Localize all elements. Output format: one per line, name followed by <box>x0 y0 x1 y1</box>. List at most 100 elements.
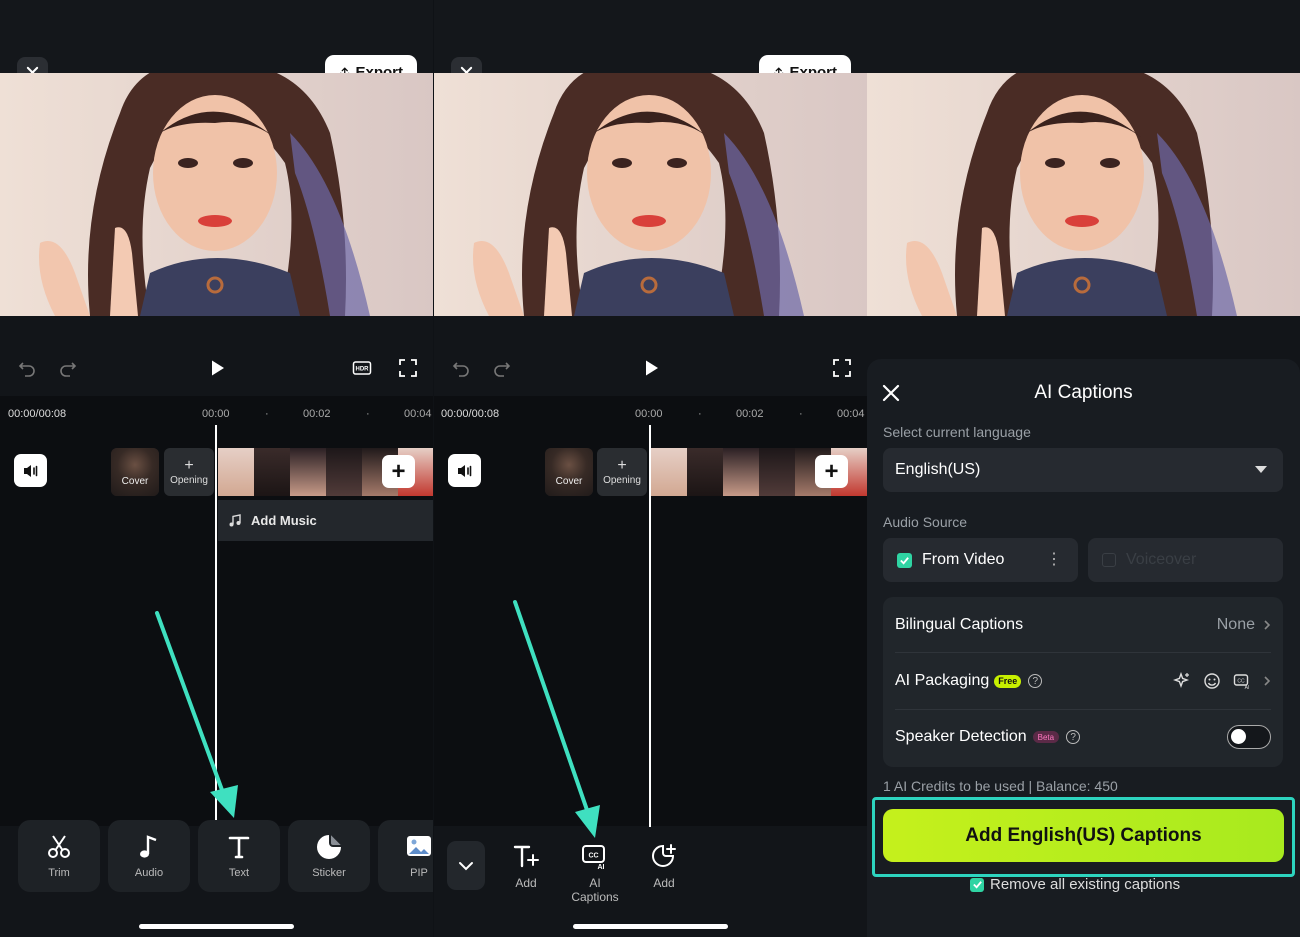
tool-text[interactable]: Text <box>198 820 280 892</box>
cover-label: Cover <box>555 476 583 487</box>
hdr-icon: HDR <box>352 361 372 375</box>
speaker-detection-row: Speaker Detection Beta ? <box>895 709 1271 765</box>
checkbox-checked-icon <box>897 552 912 568</box>
tool-add-sticker[interactable]: Add <box>629 843 699 890</box>
tool-sticker[interactable]: Sticker <box>288 820 370 892</box>
bilingual-captions-row[interactable]: Bilingual Captions None <box>895 597 1271 653</box>
hdr-button[interactable]: HDR <box>351 357 373 379</box>
language-value: English(US) <box>895 461 981 478</box>
fullscreen-button[interactable] <box>831 357 853 379</box>
clip-frame <box>723 448 759 496</box>
add-music-track[interactable]: Add Music <box>218 500 433 541</box>
video-preview[interactable] <box>434 73 867 316</box>
music-note-icon <box>229 513 241 526</box>
ai-packaging-row[interactable]: AI Packaging Free ? CC AI <box>895 653 1271 709</box>
chevron-down-icon <box>459 861 473 870</box>
tick-dot: · <box>265 408 269 420</box>
bilingual-label: Bilingual Captions <box>895 616 1024 633</box>
tool-label: PIP <box>410 867 428 879</box>
music-note-icon <box>140 835 157 858</box>
add-sticker-icon <box>652 844 676 867</box>
undo-button[interactable] <box>16 357 38 379</box>
tick-label: 00:00 <box>635 408 663 420</box>
help-icon[interactable]: ? <box>1066 730 1081 744</box>
sticker-icon <box>317 835 341 859</box>
language-label: Select current language <box>883 424 1031 440</box>
help-icon[interactable]: ? <box>1028 674 1043 688</box>
video-frame <box>0 73 433 316</box>
tool-label: AI Captions <box>571 876 619 904</box>
clip-frame <box>326 448 362 496</box>
add-clip-button[interactable]: + <box>815 455 848 488</box>
video-frame <box>867 73 1300 316</box>
playhead[interactable] <box>649 425 651 827</box>
add-clip-button[interactable]: + <box>382 455 415 488</box>
speaker-label: Speaker Detection <box>895 728 1027 745</box>
add-captions-button[interactable]: Add English(US) Captions <box>883 809 1284 862</box>
tool-audio[interactable]: Audio <box>108 820 190 892</box>
editor-panel-main: Export HDR 00:00/00:08 00:00 · 00:02 · 0… <box>0 0 433 937</box>
redo-button[interactable] <box>57 357 79 379</box>
playback-controls <box>0 316 433 396</box>
play-button[interactable] <box>206 357 228 379</box>
audio-source-option-label: Voiceover <box>1126 551 1197 568</box>
checkbox-checked-icon <box>970 877 984 892</box>
play-icon <box>646 360 658 376</box>
ai-packaging-label: AI Packaging <box>895 672 990 689</box>
editor-panel-text: Export 00:00/00:08 00:00 · 00:02 · 00:04… <box>434 0 867 937</box>
more-options-icon[interactable]: ⋮ <box>1046 552 1062 568</box>
playhead[interactable] <box>215 425 217 827</box>
svg-text:AI: AI <box>1245 685 1250 690</box>
opening-label: Opening <box>603 474 641 486</box>
remove-existing-captions-option[interactable]: Remove all existing captions <box>970 876 1180 893</box>
audio-source-label: Audio Source <box>883 514 968 530</box>
video-preview[interactable] <box>867 73 1300 316</box>
timecode: 00:00/00:08 <box>441 408 500 420</box>
undo-button[interactable] <box>450 357 472 379</box>
text-icon <box>228 836 250 859</box>
video-preview[interactable] <box>0 73 433 316</box>
audio-source-from-video[interactable]: From Video ⋮ <box>883 538 1078 582</box>
home-indicator <box>139 924 294 929</box>
speaker-icon <box>457 464 471 477</box>
play-icon <box>212 360 224 376</box>
svg-text:AI: AI <box>598 864 605 871</box>
sheet-title: AI Captions <box>1034 382 1133 403</box>
speaker-detection-toggle[interactable] <box>1227 725 1271 749</box>
play-button[interactable] <box>640 357 662 379</box>
home-indicator <box>573 924 728 929</box>
ai-caption-style-icon: CCAI <box>1233 674 1250 690</box>
tick-label: 00:04 <box>837 408 865 420</box>
svg-text:HDR: HDR <box>356 367 370 373</box>
audio-source-voiceover[interactable]: Voiceover <box>1088 538 1283 582</box>
tool-pip[interactable]: PIP <box>378 820 433 892</box>
language-select[interactable]: English(US) <box>883 448 1283 492</box>
sparkle-icon <box>1173 672 1190 689</box>
fullscreen-icon <box>399 359 417 377</box>
ai-captions-icon: CCAI <box>582 845 605 871</box>
beta-badge: Beta <box>1032 731 1060 743</box>
cover-button[interactable]: Cover <box>111 448 159 496</box>
emoji-icon <box>1204 673 1220 689</box>
cover-button[interactable]: Cover <box>545 448 593 496</box>
redo-button[interactable] <box>491 357 513 379</box>
undo-icon <box>18 362 35 377</box>
tool-label: Add <box>653 876 675 890</box>
mute-clip-audio-button[interactable] <box>14 454 47 487</box>
mute-clip-audio-button[interactable] <box>448 454 481 487</box>
tool-label: Add <box>515 876 537 890</box>
chevron-right-icon <box>1264 676 1271 686</box>
tool-label: Text <box>228 867 250 879</box>
free-badge: Free <box>994 674 1022 688</box>
cover-label: Cover <box>121 476 149 487</box>
tick-dot: · <box>366 408 370 420</box>
fullscreen-button[interactable] <box>397 357 419 379</box>
collapse-button[interactable] <box>447 841 485 890</box>
opening-button[interactable]: + Opening <box>164 448 214 496</box>
speaker-icon <box>23 464 37 477</box>
tool-ai-captions[interactable]: CC AI AI Captions <box>560 843 630 904</box>
tool-trim[interactable]: Trim <box>18 820 100 892</box>
plus-icon: + <box>184 456 194 474</box>
opening-button[interactable]: + Opening <box>597 448 647 496</box>
tool-add-text[interactable]: Add <box>491 843 561 890</box>
